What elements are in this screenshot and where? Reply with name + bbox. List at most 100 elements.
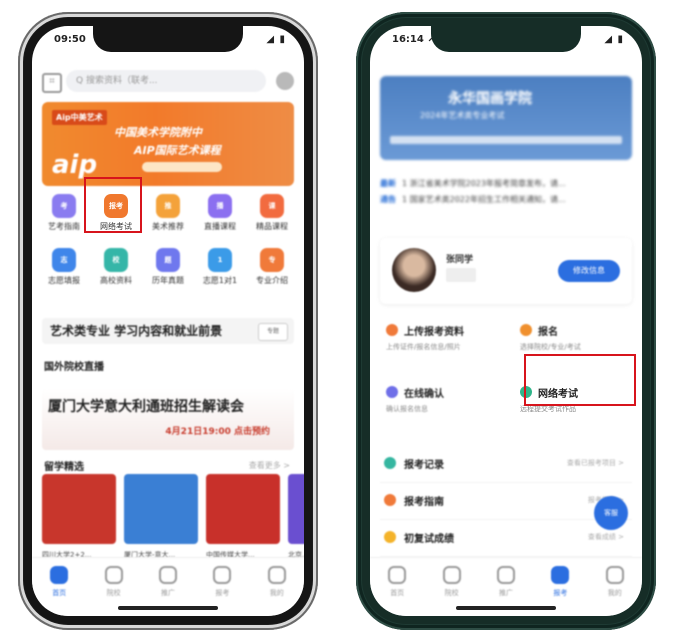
- action-icon: [520, 324, 532, 336]
- feature-item[interactable]: 校高校资料: [94, 248, 138, 286]
- message-icon[interactable]: [276, 72, 294, 90]
- action-icon: [386, 324, 398, 336]
- live-date: 4月21日19:00 点击预约: [165, 427, 270, 437]
- tab-icon: [496, 566, 515, 584]
- feature-label: 志愿1对1: [202, 276, 238, 285]
- highlight-network-exam-right: [524, 354, 636, 406]
- tab-item[interactable]: 我的: [257, 558, 297, 616]
- menu-item[interactable]: 报考记录 查看已报考项目 >: [380, 446, 632, 483]
- tab-item[interactable]: 我的: [595, 558, 635, 616]
- banner-line-1: 中国美术学院附中: [114, 126, 202, 139]
- banner-bar: [390, 136, 622, 144]
- study-card[interactable]: 中国传媒大学...: [206, 474, 280, 560]
- action-sub: 选择院校/专业/考试: [520, 343, 581, 351]
- tab-item[interactable]: 首页: [377, 558, 417, 616]
- feature-icon: 1: [208, 248, 232, 272]
- feature-item[interactable]: 专专业介绍: [250, 248, 294, 286]
- action-title: 报名: [538, 327, 558, 338]
- feature-icon: 校: [104, 248, 128, 272]
- menu-title: 初复试成绩: [404, 534, 454, 545]
- live-title: 厦门大学意大利通班招生解读会: [48, 399, 244, 415]
- menu-title: 报考记录: [404, 460, 444, 471]
- home-indicator: [118, 606, 218, 610]
- feature-label: 直播课程: [204, 222, 236, 231]
- feature-item[interactable]: 题历年真题: [146, 248, 190, 286]
- banner-line-2: AIP国际艺术课程: [134, 144, 221, 157]
- tab-icon: [213, 566, 232, 584]
- feature-icon: 专: [260, 248, 284, 272]
- tab-icon: [50, 566, 69, 584]
- feature-label: 美术推荐: [152, 222, 184, 231]
- feature-icon: 题: [156, 248, 180, 272]
- tab-label: 推广: [498, 589, 513, 597]
- feature-icon: 考: [52, 194, 76, 218]
- scan-icon[interactable]: ⌗: [42, 73, 62, 93]
- news-text: 1 浙江省美术学院2023年报考简章发布，请...: [402, 179, 566, 188]
- menu-right: 查看成绩 >: [587, 533, 624, 541]
- menu-item[interactable]: 初复试成绩 查看成绩 >: [380, 520, 632, 557]
- feature-item[interactable]: 播直播课程: [198, 194, 242, 232]
- action-item[interactable]: 在线确认 确认报名信息: [380, 380, 508, 430]
- feature-row-2: 志志愿填报校高校资料题历年真题 1 志愿1对1 专专业介绍: [42, 248, 294, 286]
- tab-label: 我的: [607, 589, 622, 597]
- status-time: 16:14 ↗: [392, 34, 436, 45]
- profile-card: 张同学 修改信息: [380, 238, 632, 304]
- notch: [431, 26, 581, 52]
- study-card[interactable]: 北京...: [288, 474, 304, 560]
- ad-strip[interactable]: 艺术类专业 学习内容和就业前景 专题: [42, 318, 294, 344]
- action-title: 上传报考资料: [404, 327, 464, 338]
- tab-icon: [267, 566, 286, 584]
- tab-icon: [442, 566, 461, 584]
- ad-text: 艺术类专业 学习内容和就业前景: [50, 324, 223, 338]
- action-item[interactable]: 上传报考资料 上传证件/报名信息/照片: [380, 318, 508, 368]
- tab-icon: [104, 566, 123, 584]
- feature-item[interactable]: 推美术推荐: [146, 194, 190, 232]
- phone-right: 16:14 ↗ ◢ ▮ 永华国画学院 2024年艺术类专业考试 最新 1 浙江省美…: [356, 12, 656, 630]
- study-card[interactable]: 四川大学2+2...: [42, 474, 116, 560]
- live-card[interactable]: 厦门大学意大利通班招生解读会 4月21日19:00 点击预约: [42, 388, 294, 450]
- feature-icon: 播: [208, 194, 232, 218]
- feature-item[interactable]: 1 志愿1对1: [198, 248, 242, 286]
- feature-label: 专业介绍: [256, 276, 288, 285]
- tab-label: 院校: [444, 589, 459, 597]
- feature-icon: 推: [156, 194, 180, 218]
- news-text: 1 国家艺术类2022年招生工作相关通知，请...: [402, 195, 566, 204]
- study-card-image: [288, 474, 304, 544]
- app-home-screen: 09:50 ◢ ▮ ⌗ Q 搜索资料（联考... Aip中美艺术 中国美术学院附…: [32, 26, 304, 616]
- study-cards: 四川大学2+2...厦门大学-意大...中国传媒大学... 北京...: [42, 474, 304, 564]
- feature-row-1: 考艺考指南 报考 网络考试推美术推荐播直播课程课精品课程: [42, 194, 294, 232]
- school-banner[interactable]: 永华国画学院 2024年艺术类专业考试: [380, 76, 632, 160]
- tab-item[interactable]: 首页: [39, 558, 79, 616]
- feature-icon: 课: [260, 194, 284, 218]
- signal-battery-icon: ◢ ▮: [604, 34, 624, 45]
- home-indicator: [456, 606, 556, 610]
- study-card[interactable]: 厦门大学-意大...: [124, 474, 198, 560]
- notch: [93, 26, 243, 52]
- feature-item[interactable]: 考艺考指南: [42, 194, 86, 232]
- feature-item[interactable]: 志志愿填报: [42, 248, 86, 286]
- signal-battery-icon: ◢ ▮: [266, 34, 286, 45]
- news-tag: 通告: [380, 195, 396, 204]
- highlight-network-exam-left: [84, 177, 142, 233]
- tab-icon: [605, 566, 624, 584]
- study-card-image: [124, 474, 198, 544]
- edit-info-button[interactable]: 修改信息: [558, 260, 620, 282]
- phone-left: 09:50 ◢ ▮ ⌗ Q 搜索资料（联考... Aip中美艺术 中国美术学院附…: [18, 12, 318, 630]
- support-float-button[interactable]: 客服: [594, 496, 628, 530]
- study-section-title: 留学精选: [44, 462, 84, 473]
- live-section-title: 国外院校直播: [44, 362, 104, 373]
- search-input[interactable]: Q 搜索资料（联考...: [66, 70, 266, 92]
- tab-label: 推广: [160, 589, 175, 597]
- news-row[interactable]: 最新 1 浙江省美术学院2023年报考简章发布，请...: [380, 176, 632, 192]
- avatar[interactable]: [392, 248, 436, 292]
- action-title: 在线确认: [404, 389, 444, 400]
- feature-label: 精品课程: [256, 222, 288, 231]
- promo-banner[interactable]: Aip中美艺术 中国美术学院附中 AIP国际艺术课程 aip: [42, 102, 294, 186]
- feature-item[interactable]: 课精品课程: [250, 194, 294, 232]
- feature-label: 志愿填报: [48, 276, 80, 285]
- news-ticker[interactable]: 最新 1 浙江省美术学院2023年报考简章发布，请... 通告 1 国家艺术类2022…: [380, 176, 632, 208]
- feature-label: 历年真题: [152, 276, 184, 285]
- tab-label: 我的: [269, 589, 284, 597]
- news-row[interactable]: 通告 1 国家艺术类2022年招生工作相关通知，请...: [380, 192, 632, 208]
- study-more-link[interactable]: 查看更多 >: [249, 460, 290, 471]
